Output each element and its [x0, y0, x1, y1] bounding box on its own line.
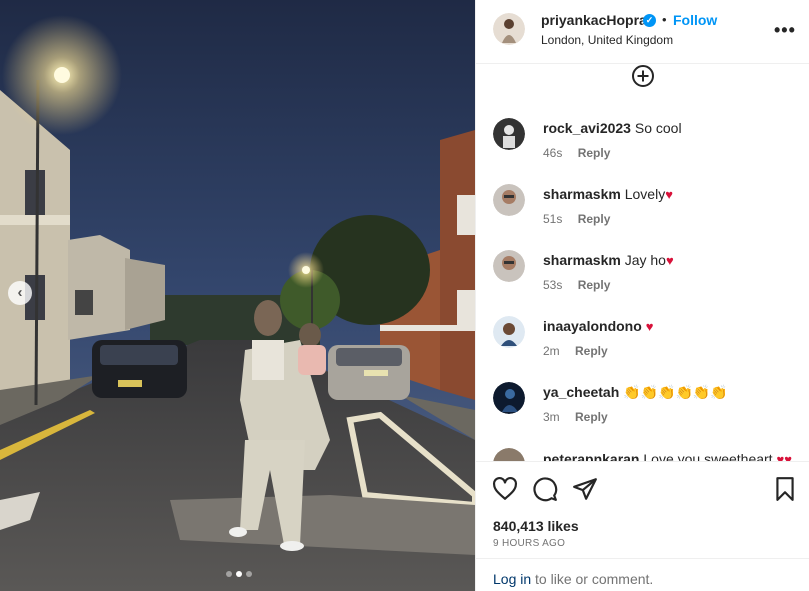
- author-username[interactable]: priyankacHopra: [541, 12, 647, 28]
- reply-button[interactable]: Reply: [575, 344, 608, 358]
- comment-item: sharmaskm Jay ho♥ 53s Reply: [493, 250, 803, 300]
- carousel-dots: [226, 571, 252, 577]
- post-time-ago[interactable]: 9 HOURS AGO: [493, 538, 565, 549]
- verified-badge-icon: ✓: [643, 14, 656, 27]
- comment-username[interactable]: sharmaskm: [543, 252, 621, 268]
- comment-text: Lovely: [624, 186, 666, 202]
- comment-time: 2m: [543, 344, 560, 358]
- reply-button[interactable]: Reply: [578, 212, 611, 226]
- comment-text: Jay ho: [624, 252, 666, 268]
- carousel-dot: [226, 571, 232, 577]
- post-location[interactable]: London, United Kingdom: [541, 33, 673, 47]
- street-photo-illustration: [0, 0, 475, 591]
- heart-emoji: ♥: [645, 319, 654, 334]
- more-options-icon[interactable]: •••: [774, 20, 796, 41]
- commenter-avatar[interactable]: [493, 316, 525, 348]
- plus-circle-icon[interactable]: [631, 64, 655, 88]
- heart-emoji: ♥♥: [776, 452, 792, 461]
- commenter-avatar[interactable]: [493, 118, 525, 150]
- post-side-panel: priyankacHopra ✓ • Follow London, United…: [475, 0, 809, 591]
- reply-button[interactable]: Reply: [575, 410, 608, 424]
- comment-item-partial: peterapnkaran Love you sweetheart ♥♥: [493, 448, 803, 461]
- carousel-prev-button[interactable]: ‹: [8, 281, 32, 305]
- heart-emoji: ♥: [665, 253, 674, 268]
- comment-item: rock_avi2023 So cool 46s Reply: [493, 118, 803, 168]
- login-prompt: Log in to like or comment.: [476, 558, 809, 591]
- post-photo[interactable]: ‹: [0, 0, 475, 591]
- comment-text: 👏👏👏👏👏👏: [623, 384, 728, 400]
- comment-time: 53s: [543, 278, 563, 292]
- header-separator: •: [662, 12, 667, 27]
- comment-time: 51s: [543, 212, 563, 226]
- bookmark-icon[interactable]: [772, 476, 798, 502]
- reply-button[interactable]: Reply: [578, 278, 611, 292]
- comment-username[interactable]: sharmaskm: [543, 186, 621, 202]
- login-suffix: to like or comment.: [531, 571, 654, 587]
- heart-icon[interactable]: [492, 476, 518, 502]
- comment-item: sharmaskm Lovely♥ 51s Reply: [493, 184, 803, 234]
- commenter-avatar[interactable]: [493, 448, 525, 461]
- comment-item: inaayalondono ♥ 2m Reply: [493, 316, 803, 366]
- comment-text: So cool: [634, 120, 682, 136]
- reply-button[interactable]: Reply: [578, 146, 611, 160]
- comment-item: ya_cheetah 👏👏👏👏👏👏 3m Reply: [493, 382, 803, 432]
- login-link[interactable]: Log in: [493, 571, 531, 587]
- comment-username[interactable]: ya_cheetah: [543, 384, 619, 400]
- comment-username[interactable]: inaayalondono: [543, 318, 642, 334]
- post-actions: 840,413 likes 9 HOURS AGO Log in to like…: [476, 461, 809, 591]
- comment-bubble-icon[interactable]: [532, 476, 558, 502]
- commenter-avatar[interactable]: [493, 382, 525, 414]
- comment-username[interactable]: rock_avi2023: [543, 120, 631, 136]
- carousel-dot-active: [236, 571, 242, 577]
- post-header: priyankacHopra ✓ • Follow London, United…: [476, 0, 809, 64]
- comment-username[interactable]: peterapnkaran: [543, 451, 639, 461]
- comment-time: 46s: [543, 146, 563, 160]
- comment-time: 3m: [543, 410, 560, 424]
- author-avatar[interactable]: [493, 13, 525, 45]
- likes-count[interactable]: 840,413 likes: [493, 518, 579, 534]
- heart-emoji: ♥: [665, 187, 673, 202]
- comment-text: Love you sweetheart: [643, 451, 773, 461]
- commenter-avatar[interactable]: [493, 250, 525, 282]
- paper-plane-icon[interactable]: [572, 476, 598, 502]
- carousel-dot: [246, 571, 252, 577]
- commenter-avatar[interactable]: [493, 184, 525, 216]
- follow-button[interactable]: Follow: [673, 12, 717, 28]
